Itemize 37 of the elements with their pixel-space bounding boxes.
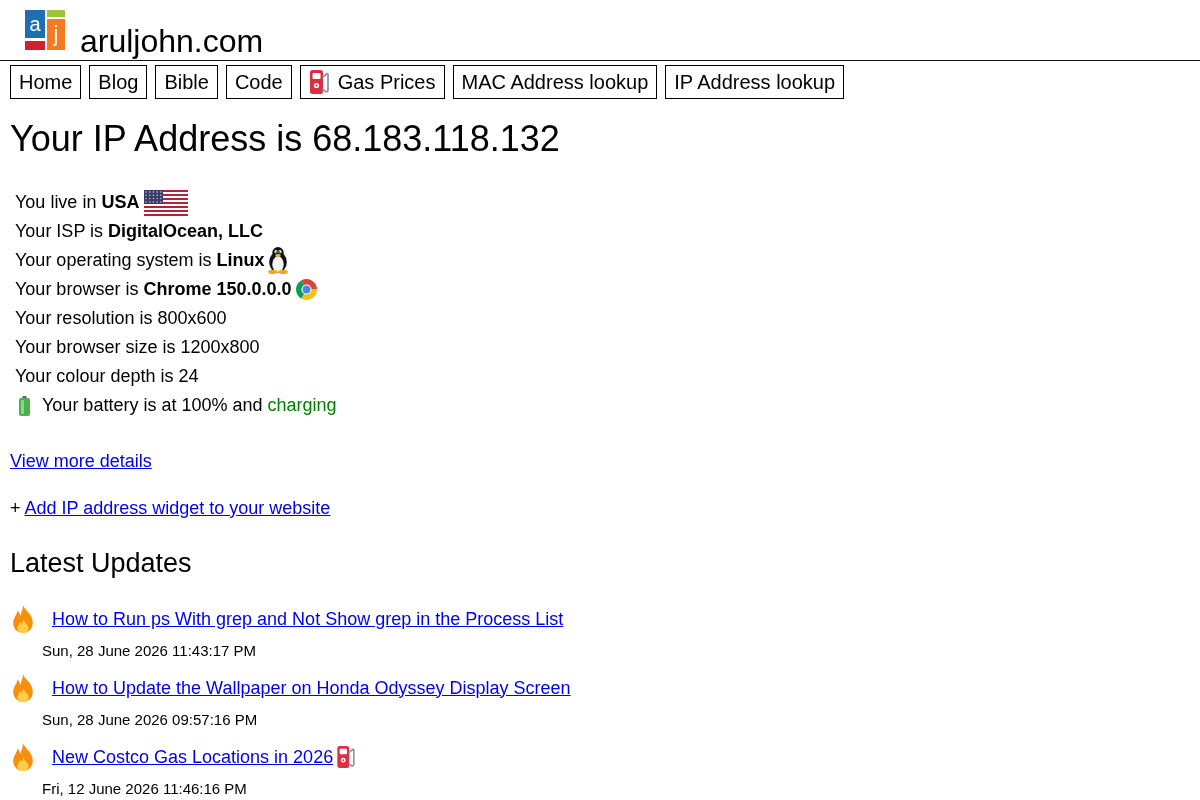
fuel-pump-icon (337, 746, 357, 768)
nav-button[interactable]: Code (225, 65, 292, 99)
nav-button[interactable]: IP Address lookup (665, 65, 845, 99)
detail-text: Your resolution is 800x600 (15, 308, 227, 329)
detail-text: Your operating system is Linux (15, 250, 265, 271)
battery-icon (18, 395, 31, 416)
detail-text: Your ISP is DigitalOcean, LLC (15, 221, 264, 242)
site-name[interactable]: aruljohn.com (80, 23, 264, 60)
detail-text: Your browser is Chrome 150.0.0.0 (15, 279, 292, 300)
nav-button[interactable]: MAC Address lookup (452, 65, 658, 99)
browser-icon (296, 279, 318, 300)
page-heading: Your IP Address is 68.183.118.132 (10, 118, 560, 160)
update-link[interactable]: How to Run ps With grep and Not Show grep in the Process List (52, 608, 564, 630)
widget-link[interactable]: Add IP address widget to your website (24, 498, 331, 518)
nav-button[interactable]: Gas Prices (299, 65, 445, 99)
fire-icon (13, 605, 33, 633)
nav-button[interactable]: Blog (89, 65, 148, 99)
fire-icon (13, 674, 33, 702)
detail-text: Your colour depth is 24 (15, 366, 199, 387)
nav-button[interactable]: Bible (155, 65, 218, 99)
penguin-icon (268, 247, 289, 274)
update-link[interactable]: How to Update the Wallpaper on Honda Odyssey Display Screen (52, 677, 571, 699)
nav-button[interactable]: Home (10, 65, 82, 99)
update-link[interactable]: New Costco Gas Locations in 2026 (52, 746, 357, 768)
detail-text: Your browser size is 1200x800 (15, 337, 260, 358)
fire-icon (13, 743, 33, 771)
update-date: Fri, 12 June 2026 11:46:16 PM (42, 780, 247, 797)
site-logo[interactable]: a j (25, 10, 65, 50)
section-heading: Latest Updates (10, 548, 192, 579)
view-details-link[interactable]: View more details (10, 451, 152, 471)
plus-text: + (10, 498, 21, 518)
update-date: Sun, 28 June 2026 09:57:16 PM (42, 711, 258, 728)
detail-text: You live in USA (15, 192, 140, 213)
detail-text: Your battery is at 100% and charging (42, 395, 337, 416)
update-date: Sun, 28 June 2026 11:43:17 PM (42, 642, 257, 659)
fuel-pump-icon (308, 70, 331, 94)
flag-icon (144, 189, 189, 216)
